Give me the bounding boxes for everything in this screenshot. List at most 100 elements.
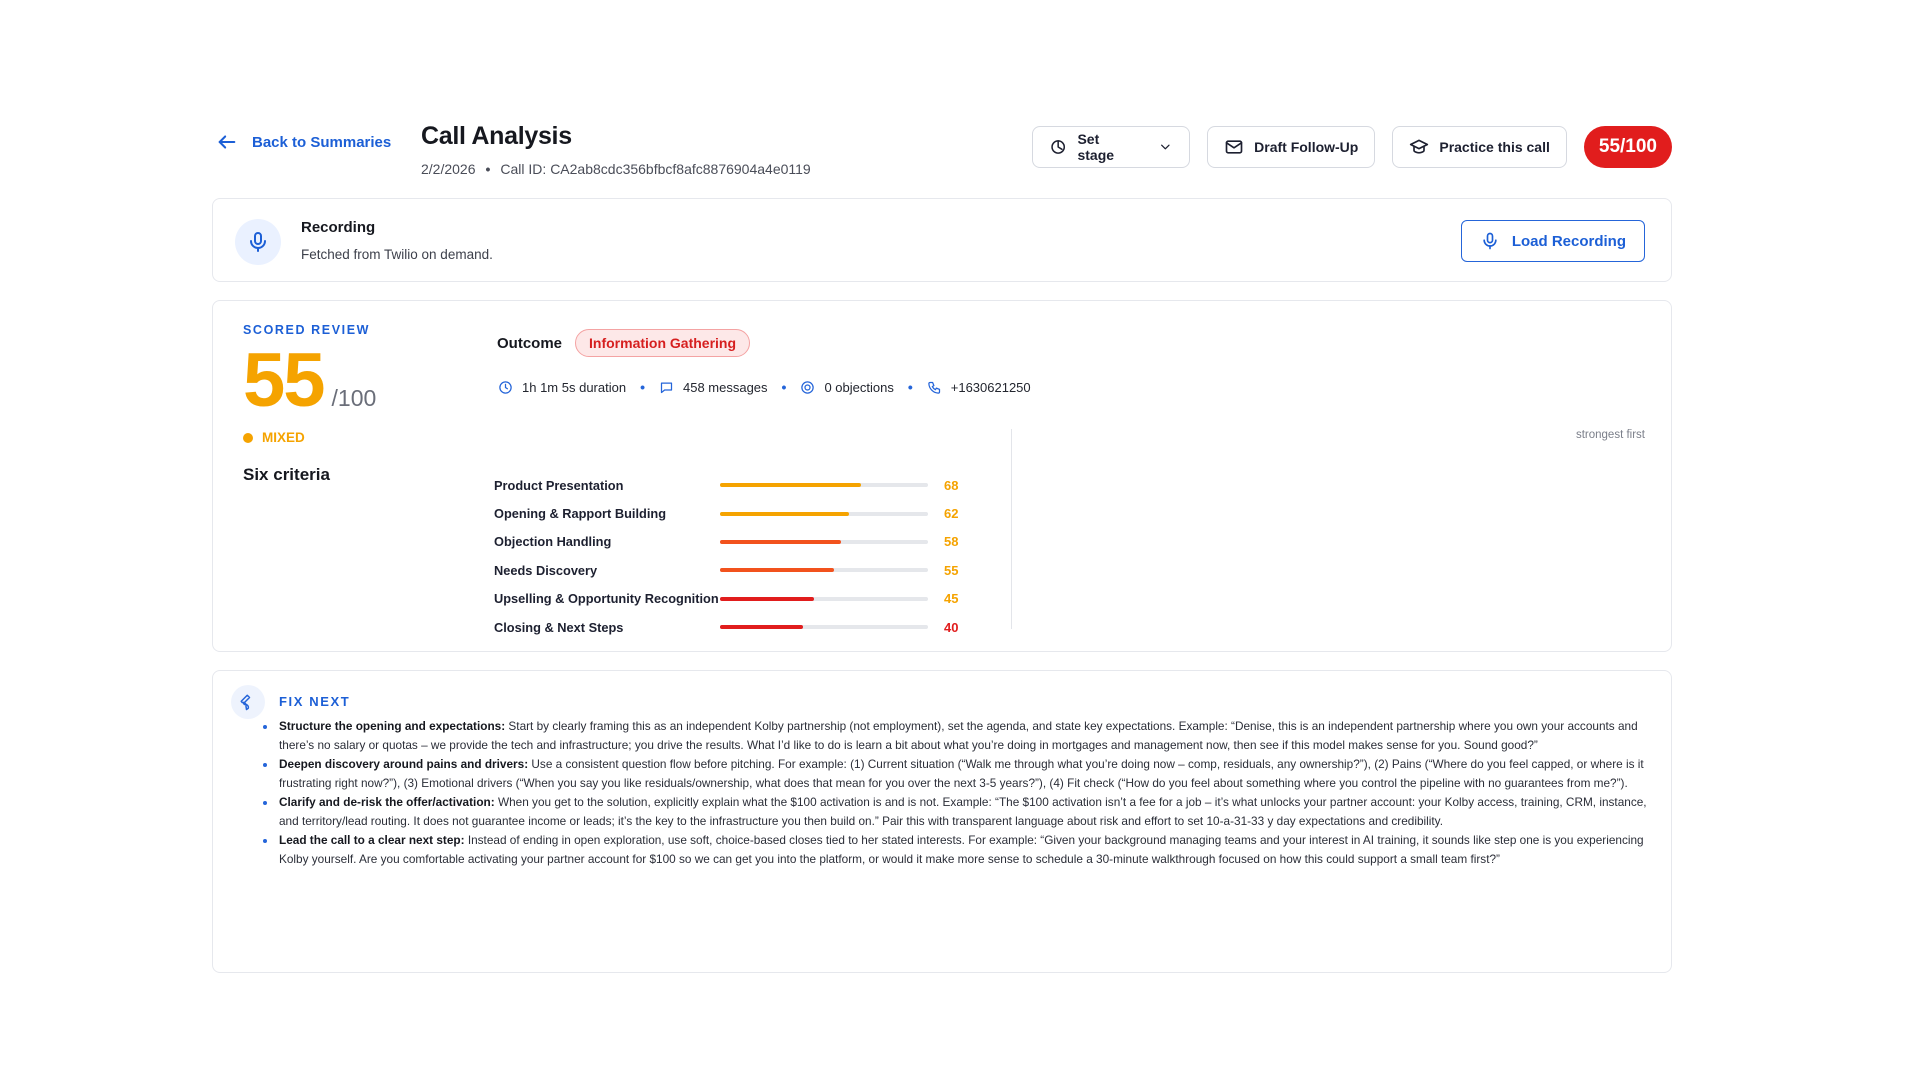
- criterion-row: Opening & Rapport Building 62: [494, 499, 1014, 527]
- phone-stat: +1630621250: [927, 380, 1031, 395]
- fix-next-list: Structure the opening and expectations: …: [263, 717, 1653, 869]
- criterion-name: Upselling & Opportunity Recognition: [494, 591, 719, 607]
- score-value: 55: [243, 338, 326, 423]
- set-stage-label: Set stage: [1077, 131, 1115, 163]
- criterion-score: 68: [944, 477, 959, 493]
- page-header: Back to Summaries Call Analysis 2/2/2026…: [212, 118, 1672, 196]
- call-analysis-page: Back to Summaries Call Analysis 2/2/2026…: [212, 118, 1672, 973]
- criterion-bar-track: [720, 511, 928, 516]
- chat-bubble-icon: [660, 382, 673, 393]
- load-recording-button[interactable]: Load Recording: [1460, 220, 1645, 262]
- rating-dot: [243, 432, 253, 443]
- load-recording-label: Load Recording: [1511, 232, 1626, 250]
- fix-next-item: Clarify and de-risk the offer/activation…: [263, 793, 1653, 831]
- criterion-name: Objection Handling: [494, 534, 612, 550]
- fix-item-heading: Lead the call to a clear next step:: [279, 833, 465, 847]
- criterion-bar-fill: [720, 539, 841, 544]
- criterion-bar-fill: [720, 625, 804, 630]
- fix-item-heading: Deepen discovery around pains and driver…: [279, 757, 529, 771]
- criterion-bar-fill: [720, 483, 862, 488]
- overall-score: 55 /100: [243, 343, 376, 419]
- criterion-bar-track: [720, 483, 928, 488]
- target-icon: [801, 380, 815, 394]
- criterion-row: Upselling & Opportunity Recognition 45: [494, 585, 1014, 613]
- criterion-row: Product Presentation 68: [494, 471, 1014, 499]
- practice-call-label: Practice this call: [1439, 139, 1550, 155]
- criterion-score: 55: [944, 562, 959, 578]
- recording-subtitle: Fetched from Twilio on demand.: [301, 247, 493, 262]
- criterion-score: 40: [944, 619, 959, 635]
- recording-icon-wrap: [235, 219, 281, 265]
- draft-follow-up-label: Draft Follow-Up: [1254, 139, 1359, 155]
- graduation-cap-icon: [1410, 139, 1429, 154]
- stat-separator: •: [781, 379, 787, 395]
- criterion-row: Needs Discovery 55: [494, 556, 1014, 584]
- chevron-down-icon: [1161, 144, 1171, 150]
- criterion-bar-track: [720, 596, 928, 601]
- objections-value: 0 objections: [824, 379, 894, 395]
- title-block: Call Analysis 2/2/2026 • Call ID: CA2ab8…: [421, 122, 811, 177]
- rating-indicator: MIXED: [243, 430, 305, 445]
- criterion-bar-fill: [720, 568, 835, 573]
- fix-next-item: Lead the call to a clear next step: Inst…: [263, 831, 1653, 869]
- criteria-title: Six criteria: [243, 465, 330, 484]
- criterion-score: 45: [944, 591, 959, 607]
- criterion-bar-track: [720, 568, 928, 573]
- score-badge: 55/100: [1583, 126, 1672, 168]
- page-title: Call Analysis: [421, 122, 572, 150]
- draft-follow-up-button[interactable]: Draft Follow-Up: [1207, 126, 1376, 168]
- outcome-row: Outcome Information Gathering: [497, 329, 751, 357]
- stat-separator: •: [907, 379, 913, 395]
- header-actions: Set stage Draft Follow-Up Practice this …: [1032, 126, 1672, 168]
- scored-review-card: SCORED REVIEW 55 /100 MIXED Six criteria…: [212, 300, 1672, 652]
- fix-icon-wrap: [231, 685, 265, 719]
- back-to-summaries-link[interactable]: Back to Summaries: [216, 131, 391, 153]
- criterion-bar-track: [720, 539, 928, 544]
- stage-icon: [1051, 140, 1066, 154]
- fix-item-heading: Clarify and de-risk the offer/activation…: [279, 795, 495, 809]
- fix-next-label: FIX NEXT: [279, 694, 351, 709]
- criterion-row: Closing & Next Steps 40: [494, 613, 1014, 641]
- criterion-row: Objection Handling 58: [494, 528, 1014, 556]
- outcome-badge: Information Gathering: [575, 329, 751, 357]
- criterion-score: 58: [944, 534, 959, 550]
- mail-icon: [1225, 140, 1243, 154]
- messages-stat: 458 messages: [659, 380, 768, 395]
- criterion-score: 62: [944, 506, 959, 522]
- microphone-icon: [250, 232, 266, 252]
- criterion-name: Closing & Next Steps: [494, 619, 624, 635]
- clock-icon: [499, 380, 512, 394]
- phone-icon: [928, 381, 940, 394]
- recording-card: Recording Fetched from Twilio on demand.…: [212, 198, 1672, 282]
- phone-value: +1630621250: [950, 379, 1031, 395]
- criterion-name: Needs Discovery: [494, 562, 598, 578]
- call-stats: 1h 1m 5s duration • 458 messages • 0 obj…: [498, 379, 1031, 395]
- call-date: 2/2/2026: [421, 161, 476, 177]
- call-id: Call ID: CA2ab8cdc356bfbcf8afc8876904a4e…: [500, 161, 811, 177]
- stat-separator: •: [640, 379, 645, 395]
- score-max: /100: [331, 385, 377, 411]
- back-link-label: Back to Summaries: [252, 133, 392, 151]
- criterion-name: Product Presentation: [494, 477, 624, 493]
- arrow-left-icon: [218, 135, 236, 149]
- set-stage-dropdown[interactable]: Set stage: [1032, 126, 1191, 168]
- microphone-icon: [1483, 232, 1497, 250]
- objections-stat: 0 objections: [800, 379, 894, 395]
- fix-item-heading: Structure the opening and expectations:: [279, 719, 506, 733]
- fix-item-text: Instead of ending in open exploration, u…: [279, 833, 1644, 866]
- meta-separator: •: [485, 161, 491, 177]
- scored-review-label: SCORED REVIEW: [243, 323, 371, 337]
- duration-value: 1h 1m 5s duration: [522, 379, 627, 395]
- criteria-list: Product Presentation 68 Opening & Rapport …: [494, 471, 1014, 641]
- practice-call-button[interactable]: Practice this call: [1392, 126, 1567, 168]
- fix-next-item: Deepen discovery around pains and driver…: [263, 755, 1653, 793]
- sort-note: strongest first: [1575, 429, 1645, 441]
- messages-value: 458 messages: [682, 379, 768, 395]
- fix-next-card: FIX NEXT Structure the opening and expec…: [212, 670, 1672, 973]
- duration-stat: 1h 1m 5s duration: [498, 380, 626, 395]
- outcome-label: Outcome: [497, 334, 563, 352]
- criterion-bar-fill: [720, 596, 814, 601]
- criterion-bar-track: [720, 625, 928, 630]
- rating-label: MIXED: [262, 430, 305, 445]
- call-meta: 2/2/2026 • Call ID: CA2ab8cdc356bfbcf8af…: [421, 161, 811, 177]
